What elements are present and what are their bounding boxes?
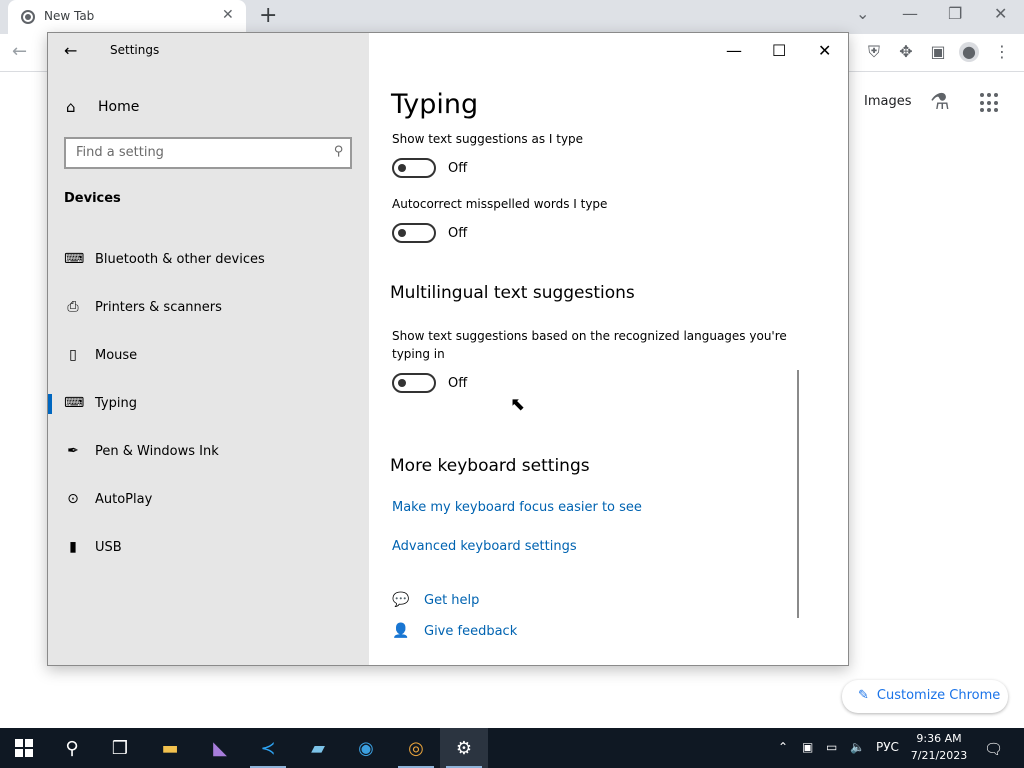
usb-icon: ▮ [69, 539, 77, 555]
search-icon[interactable]: ⚲ [334, 144, 344, 159]
clock-time: 9:36 AM [916, 732, 962, 745]
minimize-icon[interactable]: — [726, 41, 742, 60]
taskbar-search-icon[interactable]: ⚲ [48, 728, 96, 768]
text-suggestions-state: Off [448, 161, 468, 176]
notifications-icon[interactable]: 🗨 [984, 740, 1003, 758]
autocorrect-label: Autocorrect misspelled words I type [392, 197, 608, 211]
task-view-icon[interactable]: ❒ [96, 728, 144, 768]
nav-item-label: Mouse [95, 347, 138, 363]
chrome-menu-icon[interactable]: ⋮ [992, 42, 1012, 62]
nav-item-label: USB [95, 539, 122, 555]
chrome-tab-new-tab[interactable]: New Tab ✕ [8, 0, 246, 34]
tray-device-icon[interactable]: ▣ [802, 740, 813, 754]
multilingual-toggle[interactable] [392, 373, 436, 393]
find-setting-input[interactable] [76, 145, 316, 160]
autoplay-icon: ⊙ [67, 491, 79, 507]
printer-icon: ⎙ [67, 299, 79, 315]
autocorrect-toggle[interactable] [392, 223, 436, 243]
feedback-person-icon: 👤 [392, 623, 410, 639]
clock-date: 7/21/2023 [910, 749, 968, 762]
page-title: Typing [391, 89, 479, 120]
pen-icon: ✒ [67, 443, 79, 459]
mouse-icon: ▯ [69, 347, 77, 363]
pencil-icon: ✎ [858, 688, 869, 703]
mouse-cursor-icon: ⬉ [510, 394, 526, 415]
nav-home-label: Home [98, 99, 140, 115]
language-indicator[interactable]: РУС [876, 740, 899, 754]
vscode-icon[interactable]: ≺ [244, 728, 292, 768]
chrome-favicon-icon [21, 10, 35, 24]
nav-item-label: Pen & Windows Ink [95, 443, 219, 459]
extensions-icon[interactable]: ✥ [896, 42, 916, 62]
home-icon: ⌂ [66, 98, 76, 116]
network-icon[interactable]: ▭ [826, 740, 837, 754]
nav-section-title: Devices [64, 191, 121, 206]
bluetooth-devices-icon: ⌨ [64, 251, 85, 267]
get-help-link[interactable]: Get help [424, 593, 479, 608]
tray-chevron-icon[interactable]: ⌃ [778, 740, 788, 754]
nav-item-printers[interactable]: ⎙ Printers & scanners [48, 287, 369, 327]
maximize-icon[interactable]: ☐ [772, 41, 786, 60]
file-explorer-icon[interactable]: ▬ [146, 728, 194, 768]
customize-chrome-label: Customize Chrome [876, 688, 1001, 703]
window-title: Settings [110, 43, 160, 57]
nav-item-pen[interactable]: ✒ Pen & Windows Ink [48, 431, 369, 471]
tab-title: New Tab [44, 9, 95, 23]
find-setting-box[interactable]: ⚲ [64, 137, 352, 169]
customize-chrome-button[interactable]: ✎ Customize Chrome [842, 680, 1008, 713]
keyboard-icon: ⌨ [64, 395, 85, 411]
settings-window: ← Settings ⌂ Home ⚲ Devices ⌨ Bluetooth … [47, 32, 849, 666]
multilingual-state: Off [448, 376, 468, 391]
profile-icon[interactable]: ● [959, 42, 979, 62]
close-icon[interactable]: ✕ [818, 41, 831, 60]
keyboard-focus-link[interactable]: Make my keyboard focus easier to see [392, 500, 642, 515]
shield-icon[interactable]: ⛨ [864, 42, 884, 62]
nav-item-label: Typing [95, 395, 137, 411]
give-feedback-link[interactable]: Give feedback [424, 624, 517, 639]
help-chat-icon: 💬 [392, 592, 410, 608]
ntp-images-link[interactable]: Images [864, 94, 912, 109]
visual-studio-icon[interactable]: ◣ [196, 728, 244, 768]
chrome-restore-icon[interactable]: ❐ [948, 4, 962, 23]
side-panel-icon[interactable]: ▣ [928, 42, 948, 62]
chrome-minimize-icon[interactable]: — [902, 4, 918, 23]
tab-search-chevron-icon[interactable]: ⌄ [856, 4, 869, 23]
taskbar-clock[interactable]: 9:36 AM 7/21/2023 [908, 730, 970, 764]
start-button[interactable] [0, 728, 48, 768]
notepad-icon[interactable]: ▰ [294, 728, 342, 768]
text-suggestions-label: Show text suggestions as I type [392, 132, 584, 146]
nav-item-label: AutoPlay [95, 491, 153, 507]
labs-flask-icon[interactable]: ⚗ [930, 90, 950, 115]
volume-icon[interactable]: 🔈 [850, 740, 865, 754]
text-suggestions-toggle[interactable] [392, 158, 436, 178]
chrome-taskbar-icon[interactable]: ◎ [392, 728, 440, 768]
nav-item-mouse[interactable]: ▯ Mouse [48, 335, 369, 375]
back-arrow-icon[interactable]: ← [64, 41, 77, 60]
advanced-keyboard-link[interactable]: Advanced keyboard settings [392, 539, 577, 554]
settings-nav-pane: ← Settings ⌂ Home ⚲ Devices ⌨ Bluetooth … [48, 33, 369, 665]
settings-taskbar-icon[interactable]: ⚙ [440, 728, 488, 768]
multilingual-heading: Multilingual text suggestions [390, 283, 635, 303]
tab-close-icon[interactable]: ✕ [222, 7, 234, 23]
google-apps-icon[interactable] [980, 93, 1000, 113]
content-scrollbar[interactable] [797, 370, 799, 618]
chrome-back-icon[interactable]: ← [12, 41, 27, 62]
nav-item-usb[interactable]: ▮ USB [48, 527, 369, 567]
new-tab-button[interactable]: + [259, 3, 277, 28]
nav-item-label: Printers & scanners [95, 299, 222, 315]
more-keyboard-heading: More keyboard settings [390, 456, 590, 476]
multilingual-label: Show text suggestions based on the recog… [392, 329, 787, 361]
autocorrect-state: Off [448, 226, 468, 241]
nav-home[interactable]: ⌂ Home [66, 97, 139, 117]
chrome-close-icon[interactable]: ✕ [994, 4, 1007, 23]
windows-logo-icon [15, 739, 33, 757]
nav-item-typing[interactable]: ⌨ Typing [48, 383, 369, 423]
nav-item-bluetooth[interactable]: ⌨ Bluetooth & other devices [48, 239, 369, 279]
nav-item-autoplay[interactable]: ⊙ AutoPlay [48, 479, 369, 519]
settings-content-pane: — ☐ ✕ Typing Show text suggestions as I … [369, 33, 848, 665]
qbittorrent-icon[interactable]: ◉ [342, 728, 390, 768]
nav-item-label: Bluetooth & other devices [95, 251, 265, 267]
